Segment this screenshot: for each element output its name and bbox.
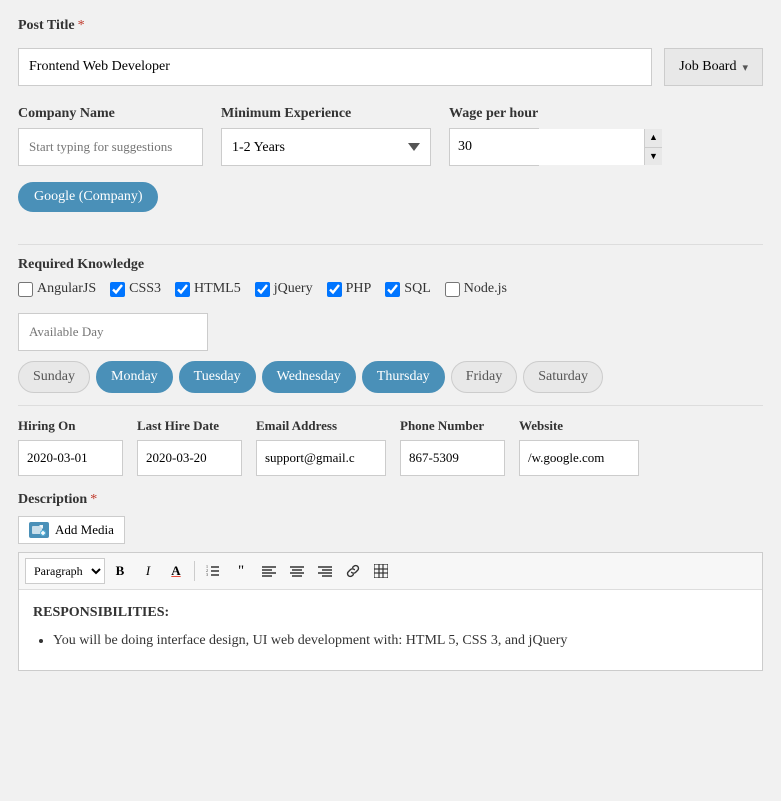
add-media-icon xyxy=(29,522,49,538)
day-wednesday[interactable]: Wednesday xyxy=(262,361,356,393)
italic-button[interactable]: I xyxy=(135,558,161,584)
checkbox-sql[interactable]: SQL xyxy=(385,281,430,297)
day-thursday[interactable]: Thursday xyxy=(362,361,445,393)
post-title-required: * xyxy=(78,18,85,33)
php-checkbox[interactable] xyxy=(327,282,342,297)
editor-wrapper: Paragraph Heading 1 Heading 2 B I A 123 … xyxy=(18,552,763,671)
days-row: Sunday Monday Tuesday Wednesday Thursday… xyxy=(18,361,763,393)
post-title-label: Post Title xyxy=(18,18,75,34)
jquery-checkbox[interactable] xyxy=(255,282,270,297)
job-board-label: Job Board xyxy=(679,59,736,75)
day-saturday[interactable]: Saturday xyxy=(523,361,603,393)
available-day-input[interactable] xyxy=(18,313,208,351)
align-right-button[interactable] xyxy=(312,558,338,584)
day-sunday[interactable]: Sunday xyxy=(18,361,90,393)
wage-spinners: ▲ ▼ xyxy=(644,129,662,165)
checkbox-html5[interactable]: HTML5 xyxy=(175,281,241,297)
company-name-input[interactable] xyxy=(18,128,203,166)
wage-field: ▲ ▼ xyxy=(449,128,539,166)
company-name-label: Company Name xyxy=(18,106,203,122)
blockquote-button[interactable]: " xyxy=(228,558,254,584)
ordered-list-button[interactable]: 123 xyxy=(200,558,226,584)
sql-checkbox[interactable] xyxy=(385,282,400,297)
wage-input[interactable] xyxy=(450,129,644,165)
nodejs-checkbox[interactable] xyxy=(445,282,460,297)
svg-text:3: 3 xyxy=(206,572,208,577)
phone-label: Phone Number xyxy=(400,418,505,434)
description-label: Description xyxy=(18,492,87,507)
website-input[interactable] xyxy=(519,440,639,476)
toolbar-divider1 xyxy=(194,561,195,581)
align-center-button[interactable] xyxy=(284,558,310,584)
chevron-down-icon: ▾ xyxy=(742,61,748,74)
checkbox-php[interactable]: PHP xyxy=(327,281,372,297)
day-friday[interactable]: Friday xyxy=(451,361,518,393)
angularjs-checkbox[interactable] xyxy=(18,282,33,297)
checkboxes-row: AngularJS CSS3 HTML5 jQuery PHP SQL xyxy=(18,281,763,297)
description-required: * xyxy=(90,492,97,507)
hiring-on-label: Hiring On xyxy=(18,418,123,434)
hiring-on-input[interactable] xyxy=(18,440,123,476)
color-button[interactable]: A xyxy=(163,558,189,584)
add-media-button[interactable]: Add Media xyxy=(18,516,125,544)
css3-checkbox[interactable] xyxy=(110,282,125,297)
divider2 xyxy=(18,405,763,406)
min-experience-label: Minimum Experience xyxy=(221,106,431,122)
checkbox-jquery[interactable]: jQuery xyxy=(255,281,313,297)
company-tag-button[interactable]: Google (Company) xyxy=(18,182,158,212)
editor-toolbar: Paragraph Heading 1 Heading 2 B I A 123 … xyxy=(19,553,762,590)
day-monday[interactable]: Monday xyxy=(96,361,173,393)
post-title-input[interactable] xyxy=(18,48,652,86)
phone-input[interactable] xyxy=(400,440,505,476)
html5-checkbox[interactable] xyxy=(175,282,190,297)
divider xyxy=(18,244,763,245)
email-input[interactable] xyxy=(256,440,386,476)
last-hire-input[interactable] xyxy=(137,440,242,476)
wage-label: Wage per hour xyxy=(449,106,539,122)
last-hire-label: Last Hire Date xyxy=(137,418,242,434)
editor-body-line: You will be doing interface design, UI w… xyxy=(53,630,748,652)
editor-heading: RESPONSIBILITIES: xyxy=(33,602,748,624)
paragraph-select[interactable]: Paragraph Heading 1 Heading 2 xyxy=(25,558,105,584)
email-label: Email Address xyxy=(256,418,386,434)
job-board-button[interactable]: Job Board ▾ xyxy=(664,48,763,86)
website-label: Website xyxy=(519,418,639,434)
required-knowledge-label: Required Knowledge xyxy=(18,257,144,273)
align-left-button[interactable] xyxy=(256,558,282,584)
wage-down-button[interactable]: ▼ xyxy=(645,148,662,166)
checkbox-nodejs[interactable]: Node.js xyxy=(445,281,507,297)
link-button[interactable] xyxy=(340,558,366,584)
editor-content[interactable]: RESPONSIBILITIES: You will be doing inte… xyxy=(19,590,762,670)
checkbox-css3[interactable]: CSS3 xyxy=(110,281,161,297)
hiring-row: Hiring On Last Hire Date Email Address P… xyxy=(18,418,763,476)
checkbox-angularjs[interactable]: AngularJS xyxy=(18,281,96,297)
min-experience-select[interactable]: Less than 1 Year 1-2 Years 3-5 Years 5+ … xyxy=(221,128,431,166)
table-button[interactable] xyxy=(368,558,394,584)
bold-button[interactable]: B xyxy=(107,558,133,584)
wage-up-button[interactable]: ▲ xyxy=(645,129,662,148)
day-tuesday[interactable]: Tuesday xyxy=(179,361,256,393)
add-media-label: Add Media xyxy=(55,522,114,538)
